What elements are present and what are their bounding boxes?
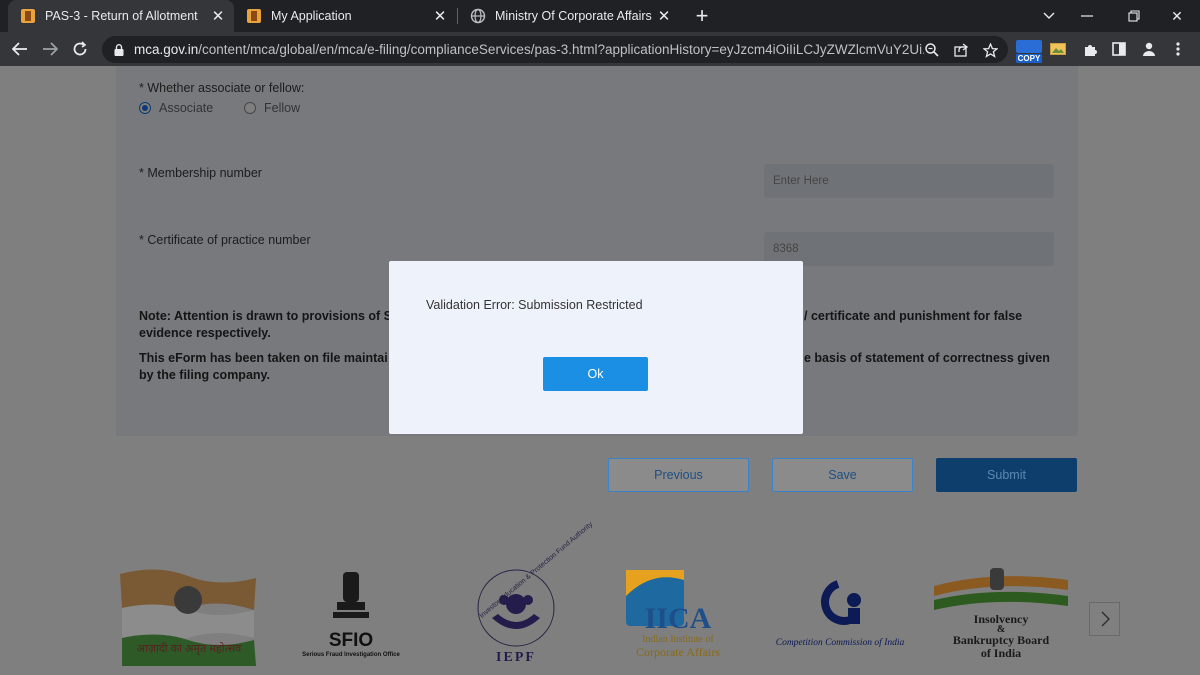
page-content: * Whether associate or fellow: Associate… bbox=[0, 66, 1200, 675]
new-tab-button[interactable]: + bbox=[690, 3, 714, 28]
close-tab-icon[interactable]: ✕ bbox=[430, 6, 450, 26]
azadi-ka-amrit-mahotsav-logo[interactable]: आज़ादी का अमृत महोत्सव bbox=[118, 568, 260, 668]
partner-logos-carousel: आज़ादी का अमृत महोत्सव SFIO Serious Frau… bbox=[0, 521, 1200, 675]
copy-extension-icon[interactable]: COPY bbox=[1016, 40, 1042, 63]
tab-ministry-of-corporate-affairs[interactable]: Ministry Of Corporate Affairs - M ✕ bbox=[458, 0, 680, 32]
browser-tab-bar: PAS-3 - Return of Allotment ✕ My Applica… bbox=[0, 0, 1200, 32]
globe-icon bbox=[470, 8, 486, 24]
tab-title: My Application bbox=[271, 9, 352, 23]
bookmark-star-icon[interactable] bbox=[980, 40, 1000, 60]
carousel-next-button[interactable] bbox=[1089, 602, 1120, 636]
tab-pas-3[interactable]: PAS-3 - Return of Allotment ✕ bbox=[8, 0, 234, 32]
iica-logo[interactable]: IICA Indian Institute of Corporate Affai… bbox=[620, 570, 736, 670]
url-text: mca.gov.in/content/mca/global/en/mca/e-f… bbox=[134, 42, 924, 57]
submit-button[interactable]: Submit bbox=[936, 458, 1077, 492]
reload-icon[interactable] bbox=[68, 37, 92, 61]
address-bar[interactable]: mca.gov.in/content/mca/global/en/mca/e-f… bbox=[102, 36, 1008, 63]
lock-icon[interactable] bbox=[112, 43, 126, 57]
chevron-right-icon bbox=[1101, 611, 1110, 627]
minimize-window-icon[interactable] bbox=[1064, 0, 1110, 32]
extensions-puzzle-icon[interactable] bbox=[1078, 37, 1102, 61]
extension-image-icon[interactable] bbox=[1046, 37, 1070, 61]
back-arrow-icon[interactable] bbox=[8, 37, 32, 61]
insolvency-and-bankruptcy-board-logo[interactable]: Insolvency & Bankruptcy Board of India bbox=[934, 568, 1068, 668]
previous-button[interactable]: Previous bbox=[608, 458, 749, 492]
competition-commission-of-india-logo[interactable]: Competition Commission of India bbox=[770, 580, 910, 660]
restore-window-icon[interactable] bbox=[1111, 0, 1157, 32]
close-tab-icon[interactable]: ✕ bbox=[208, 6, 228, 26]
mca-favicon-icon bbox=[21, 9, 35, 23]
forward-arrow-icon[interactable] bbox=[38, 37, 62, 61]
iepf-logo[interactable]: Investor Education & Protection Fund Aut… bbox=[470, 521, 594, 670]
mca-favicon-icon bbox=[247, 9, 261, 23]
share-icon[interactable] bbox=[951, 40, 971, 60]
validation-error-dialog: Validation Error: Submission Restricted … bbox=[389, 261, 803, 434]
tab-title: Ministry Of Corporate Affairs - M bbox=[495, 9, 654, 23]
side-panel-icon[interactable] bbox=[1107, 37, 1131, 61]
close-tab-icon[interactable]: ✕ bbox=[654, 6, 674, 26]
zoom-icon[interactable] bbox=[922, 40, 942, 60]
profile-avatar-icon[interactable] bbox=[1137, 37, 1161, 61]
ok-button[interactable]: Ok bbox=[543, 357, 648, 391]
more-menu-icon[interactable] bbox=[1166, 37, 1190, 61]
sfio-logo[interactable]: SFIO Serious Fraud Investigation Office bbox=[292, 568, 410, 668]
tab-title: PAS-3 - Return of Allotment bbox=[45, 9, 198, 23]
dialog-message: Validation Error: Submission Restricted bbox=[426, 298, 643, 312]
close-window-icon[interactable]: ✕ bbox=[1154, 0, 1200, 32]
tab-my-application[interactable]: My Application ✕ bbox=[234, 0, 456, 32]
save-button[interactable]: Save bbox=[772, 458, 913, 492]
